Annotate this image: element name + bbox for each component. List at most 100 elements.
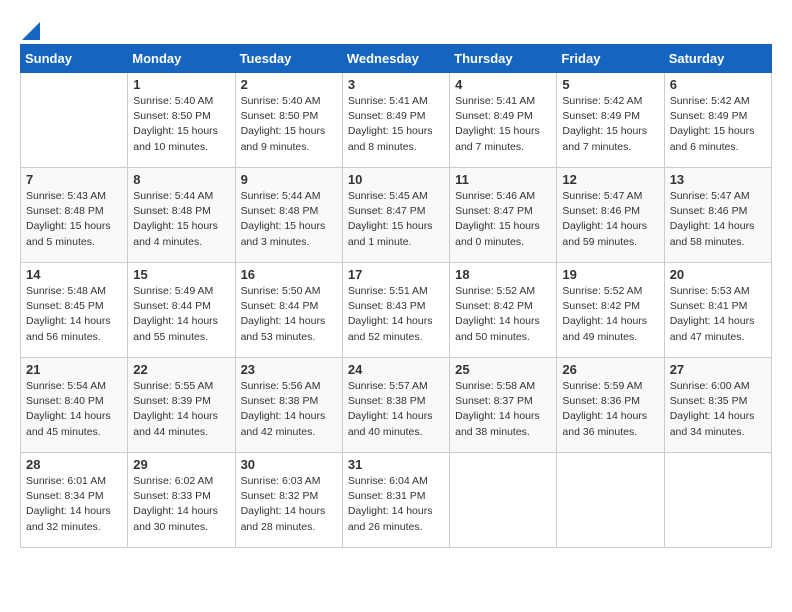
cell-info: Sunrise: 5:45 AMSunset: 8:47 PMDaylight:… [348,189,444,250]
calendar-cell: 14 Sunrise: 5:48 AMSunset: 8:45 PMDayligh… [21,263,128,358]
day-number: 26 [562,362,658,377]
calendar-table: Sunday Monday Tuesday Wednesday Thursday… [20,44,772,548]
day-number: 6 [670,77,766,92]
day-number: 30 [241,457,337,472]
calendar-header-row: Sunday Monday Tuesday Wednesday Thursday… [21,45,772,73]
cell-info: Sunrise: 5:56 AMSunset: 8:38 PMDaylight:… [241,379,337,440]
cell-info: Sunrise: 5:44 AMSunset: 8:48 PMDaylight:… [133,189,229,250]
cell-info: Sunrise: 6:04 AMSunset: 8:31 PMDaylight:… [348,474,444,535]
calendar-cell: 7 Sunrise: 5:43 AMSunset: 8:48 PMDaylight… [21,168,128,263]
cell-info: Sunrise: 6:00 AMSunset: 8:35 PMDaylight:… [670,379,766,440]
col-saturday: Saturday [664,45,771,73]
logo-arrow-icon [22,18,40,40]
col-tuesday: Tuesday [235,45,342,73]
day-number: 28 [26,457,122,472]
calendar-cell: 16 Sunrise: 5:50 AMSunset: 8:44 PMDayligh… [235,263,342,358]
day-number: 16 [241,267,337,282]
day-number: 29 [133,457,229,472]
cell-info: Sunrise: 5:50 AMSunset: 8:44 PMDaylight:… [241,284,337,345]
calendar-cell: 6 Sunrise: 5:42 AMSunset: 8:49 PMDaylight… [664,73,771,168]
logo [20,20,40,34]
cell-info: Sunrise: 5:40 AMSunset: 8:50 PMDaylight:… [241,94,337,155]
cell-info: Sunrise: 5:42 AMSunset: 8:49 PMDaylight:… [670,94,766,155]
cell-info: Sunrise: 6:03 AMSunset: 8:32 PMDaylight:… [241,474,337,535]
day-number: 7 [26,172,122,187]
calendar-cell: 27 Sunrise: 6:00 AMSunset: 8:35 PMDayligh… [664,358,771,453]
col-thursday: Thursday [450,45,557,73]
calendar-cell: 8 Sunrise: 5:44 AMSunset: 8:48 PMDaylight… [128,168,235,263]
day-number: 14 [26,267,122,282]
calendar-cell [557,453,664,548]
calendar-week-row: 7 Sunrise: 5:43 AMSunset: 8:48 PMDaylight… [21,168,772,263]
page-header [20,20,772,34]
day-number: 25 [455,362,551,377]
calendar-cell: 28 Sunrise: 6:01 AMSunset: 8:34 PMDayligh… [21,453,128,548]
cell-info: Sunrise: 5:41 AMSunset: 8:49 PMDaylight:… [455,94,551,155]
cell-info: Sunrise: 5:48 AMSunset: 8:45 PMDaylight:… [26,284,122,345]
calendar-week-row: 28 Sunrise: 6:01 AMSunset: 8:34 PMDayligh… [21,453,772,548]
calendar-cell: 3 Sunrise: 5:41 AMSunset: 8:49 PMDaylight… [342,73,449,168]
day-number: 17 [348,267,444,282]
calendar-cell: 4Sunrise: 5:41 AMSunset: 8:49 PMDaylight… [450,73,557,168]
cell-info: Sunrise: 5:41 AMSunset: 8:49 PMDaylight:… [348,94,444,155]
day-number: 31 [348,457,444,472]
day-number: 11 [455,172,551,187]
cell-info: Sunrise: 5:43 AMSunset: 8:48 PMDaylight:… [26,189,122,250]
calendar-cell: 19Sunrise: 5:52 AMSunset: 8:42 PMDayligh… [557,263,664,358]
col-sunday: Sunday [21,45,128,73]
calendar-cell: 30 Sunrise: 6:03 AMSunset: 8:32 PMDayligh… [235,453,342,548]
calendar-cell: 9 Sunrise: 5:44 AMSunset: 8:48 PMDaylight… [235,168,342,263]
calendar-cell: 20Sunrise: 5:53 AMSunset: 8:41 PMDayligh… [664,263,771,358]
col-monday: Monday [128,45,235,73]
day-number: 18 [455,267,551,282]
day-number: 23 [241,362,337,377]
calendar-cell: 29 Sunrise: 6:02 AMSunset: 8:33 PMDayligh… [128,453,235,548]
calendar-cell: 24 Sunrise: 5:57 AMSunset: 8:38 PMDayligh… [342,358,449,453]
calendar-cell: 1 Sunrise: 5:40 AMSunset: 8:50 PMDaylight… [128,73,235,168]
cell-info: Sunrise: 5:52 AMSunset: 8:42 PMDaylight:… [562,284,658,345]
day-number: 2 [241,77,337,92]
cell-info: Sunrise: 5:46 AMSunset: 8:47 PMDaylight:… [455,189,551,250]
cell-info: Sunrise: 5:47 AMSunset: 8:46 PMDaylight:… [670,189,766,250]
cell-info: Sunrise: 6:01 AMSunset: 8:34 PMDaylight:… [26,474,122,535]
day-number: 27 [670,362,766,377]
col-wednesday: Wednesday [342,45,449,73]
day-number: 8 [133,172,229,187]
calendar-cell: 21Sunrise: 5:54 AMSunset: 8:40 PMDayligh… [21,358,128,453]
calendar-cell: 15 Sunrise: 5:49 AMSunset: 8:44 PMDayligh… [128,263,235,358]
calendar-week-row: 21Sunrise: 5:54 AMSunset: 8:40 PMDayligh… [21,358,772,453]
calendar-body: 1 Sunrise: 5:40 AMSunset: 8:50 PMDaylight… [21,73,772,548]
cell-info: Sunrise: 6:02 AMSunset: 8:33 PMDaylight:… [133,474,229,535]
calendar-cell: 17 Sunrise: 5:51 AMSunset: 8:43 PMDayligh… [342,263,449,358]
cell-info: Sunrise: 5:44 AMSunset: 8:48 PMDaylight:… [241,189,337,250]
calendar-cell [664,453,771,548]
calendar-cell [450,453,557,548]
cell-info: Sunrise: 5:58 AMSunset: 8:37 PMDaylight:… [455,379,551,440]
cell-info: Sunrise: 5:49 AMSunset: 8:44 PMDaylight:… [133,284,229,345]
day-number: 24 [348,362,444,377]
calendar-cell: 26Sunrise: 5:59 AMSunset: 8:36 PMDayligh… [557,358,664,453]
cell-info: Sunrise: 5:47 AMSunset: 8:46 PMDaylight:… [562,189,658,250]
day-number: 10 [348,172,444,187]
cell-info: Sunrise: 5:57 AMSunset: 8:38 PMDaylight:… [348,379,444,440]
calendar-week-row: 1 Sunrise: 5:40 AMSunset: 8:50 PMDaylight… [21,73,772,168]
day-number: 9 [241,172,337,187]
day-number: 13 [670,172,766,187]
day-number: 15 [133,267,229,282]
calendar-cell: 23 Sunrise: 5:56 AMSunset: 8:38 PMDayligh… [235,358,342,453]
calendar-cell: 13 Sunrise: 5:47 AMSunset: 8:46 PMDayligh… [664,168,771,263]
calendar-cell: 2 Sunrise: 5:40 AMSunset: 8:50 PMDaylight… [235,73,342,168]
cell-info: Sunrise: 5:40 AMSunset: 8:50 PMDaylight:… [133,94,229,155]
cell-info: Sunrise: 5:42 AMSunset: 8:49 PMDaylight:… [562,94,658,155]
day-number: 1 [133,77,229,92]
calendar-cell: 25 Sunrise: 5:58 AMSunset: 8:37 PMDayligh… [450,358,557,453]
day-number: 12 [562,172,658,187]
cell-info: Sunrise: 5:55 AMSunset: 8:39 PMDaylight:… [133,379,229,440]
day-number: 5 [562,77,658,92]
day-number: 3 [348,77,444,92]
calendar-week-row: 14 Sunrise: 5:48 AMSunset: 8:45 PMDayligh… [21,263,772,358]
cell-info: Sunrise: 5:52 AMSunset: 8:42 PMDaylight:… [455,284,551,345]
cell-info: Sunrise: 5:51 AMSunset: 8:43 PMDaylight:… [348,284,444,345]
col-friday: Friday [557,45,664,73]
calendar-cell: 31 Sunrise: 6:04 AMSunset: 8:31 PMDayligh… [342,453,449,548]
